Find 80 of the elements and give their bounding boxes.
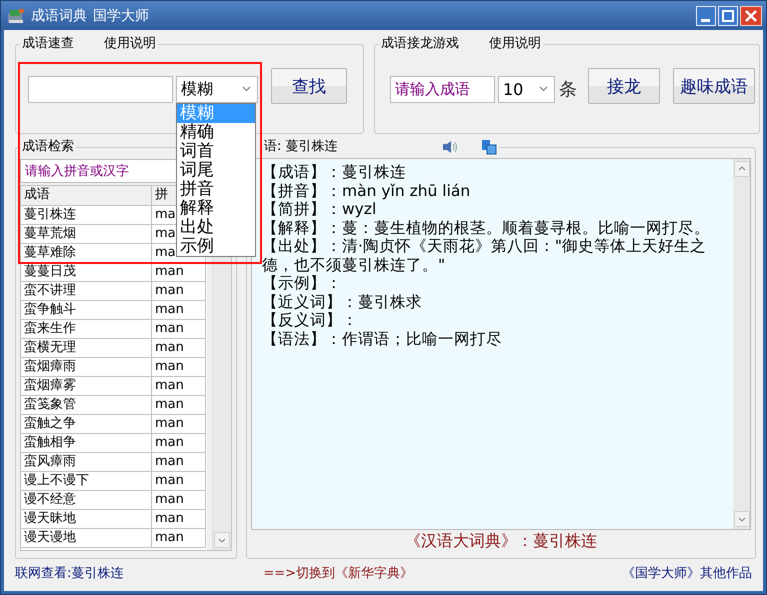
dropdown-option[interactable]: 词首 xyxy=(177,142,255,160)
table-cell: 蛮触之争 xyxy=(24,416,76,431)
detail-line: 【成语】：蔓引株连 xyxy=(262,163,407,182)
table-cell: man xyxy=(155,302,184,317)
table-cell: 蛮烟瘴雾 xyxy=(24,378,76,393)
group-title: 成语检索 xyxy=(22,139,74,155)
dropdown-option[interactable]: 出处 xyxy=(177,218,255,236)
table-cell: 蛮来生作 xyxy=(24,321,76,336)
table-cell: man xyxy=(155,416,184,431)
detail-line: 【示例】： xyxy=(262,274,343,292)
caret-icon[interactable] xyxy=(242,86,251,92)
table-cell: 蛮横无理 xyxy=(24,340,76,355)
detail-line: 【解释】：蔓：蔓生植物的根茎。顺着蔓寻根。比喻一网打尽。 xyxy=(262,218,711,237)
window-subtitle: 国学大师 xyxy=(93,6,149,24)
copy-icon[interactable] xyxy=(480,139,497,155)
table-cell: man xyxy=(155,511,184,526)
minimize-button[interactable] xyxy=(696,6,716,26)
table-cell: man xyxy=(155,264,184,279)
table-cell: 蔓蔓日茂 xyxy=(24,264,76,279)
detail-line: 【反义词】： xyxy=(262,311,359,330)
table-cell: man xyxy=(155,397,184,412)
fun-idiom-button[interactable]: 趣味成语 xyxy=(673,68,755,104)
table-cell: man xyxy=(155,321,184,336)
source-link[interactable]: 《汉语大词典》：蔓引株连 xyxy=(251,530,751,552)
table-cell: 蔓草荒烟 xyxy=(24,226,76,241)
unit-label: 条 xyxy=(559,78,577,101)
group-title: 成语速查 xyxy=(22,36,74,52)
detail-line: 【语法】：作谓语；比喻一网打尽 xyxy=(262,330,503,348)
table-cell: 蛮触相争 xyxy=(24,435,76,450)
scrollbar[interactable] xyxy=(733,159,750,529)
table-cell: 蛮争触斗 xyxy=(24,302,76,317)
maximize-button[interactable] xyxy=(718,6,738,26)
dropdown-option[interactable]: 示例 xyxy=(177,236,255,256)
chain-button[interactable]: 接龙 xyxy=(588,68,660,104)
idiom-input[interactable]: 请输入成语 xyxy=(390,76,495,102)
table-cell: 谩不经意 xyxy=(24,492,76,507)
other-works-link[interactable]: 《国学大师》其他作品 xyxy=(622,564,752,582)
app-icon xyxy=(7,8,25,24)
table-cell: ma xyxy=(155,226,176,241)
close-button[interactable] xyxy=(740,6,762,26)
find-button[interactable]: 查找 xyxy=(271,68,347,104)
table-cell: man xyxy=(155,378,184,393)
table-cell: man xyxy=(155,530,184,545)
detail-line: 【出处】：清·陶贞怀《天雨花》第八回："御史等体上天好生之德，也不须蔓引株连了。" xyxy=(262,237,708,274)
table-cell: 谩天昧地 xyxy=(24,511,76,526)
detail-line: 【拼音】：màn yǐn zhū lián xyxy=(262,182,472,200)
online-link[interactable]: 联网查看:蔓引株连 xyxy=(15,564,124,582)
table-cell: man xyxy=(155,492,184,507)
caret-icon[interactable] xyxy=(539,86,548,92)
group-title: 语: 蔓引株连 xyxy=(264,139,338,155)
table-cell: 蔓草难除 xyxy=(24,245,76,260)
table-cell: 谩天谩地 xyxy=(24,530,76,545)
table-cell: man xyxy=(155,473,184,488)
table-cell: 谩上不谩下 xyxy=(24,473,89,488)
table-cell: man xyxy=(155,283,184,298)
table-cell: 蛮风瘴雨 xyxy=(24,454,76,469)
dropdown-option[interactable]: 精确 xyxy=(177,122,255,142)
column-header[interactable]: 拼 xyxy=(155,187,168,202)
table-cell: 蛮不讲理 xyxy=(24,283,76,298)
group-title: 成语接龙游戏 xyxy=(381,36,459,52)
help-link[interactable]: 使用说明 xyxy=(104,36,156,52)
count-dropdown[interactable]: 10 xyxy=(498,76,555,102)
window-title: 成语词典 xyxy=(31,6,87,24)
speaker-icon[interactable] xyxy=(440,139,459,155)
table-cell: 蛮笺象管 xyxy=(24,397,76,412)
table-cell: 蛮烟瘴雨 xyxy=(24,359,76,374)
table-cell: man xyxy=(155,340,184,355)
table-cell: ma xyxy=(155,207,176,222)
table-cell: man xyxy=(155,359,184,374)
dropdown-option[interactable]: 解释 xyxy=(177,198,255,218)
search-field[interactable] xyxy=(28,76,173,102)
table-cell: ma xyxy=(155,245,176,260)
column-header[interactable]: 成语 xyxy=(24,187,50,202)
table-cell: man xyxy=(155,454,184,469)
table-cell: man xyxy=(155,435,184,450)
detail-line: 【简拼】：wyzl xyxy=(262,200,378,218)
help-link[interactable]: 使用说明 xyxy=(489,36,541,52)
switch-link[interactable]: ==>切换到《新华字典》 xyxy=(263,564,414,582)
table-cell: 蔓引株连 xyxy=(24,207,76,222)
detail-line: 【近义词】：蔓引株求 xyxy=(262,292,423,311)
